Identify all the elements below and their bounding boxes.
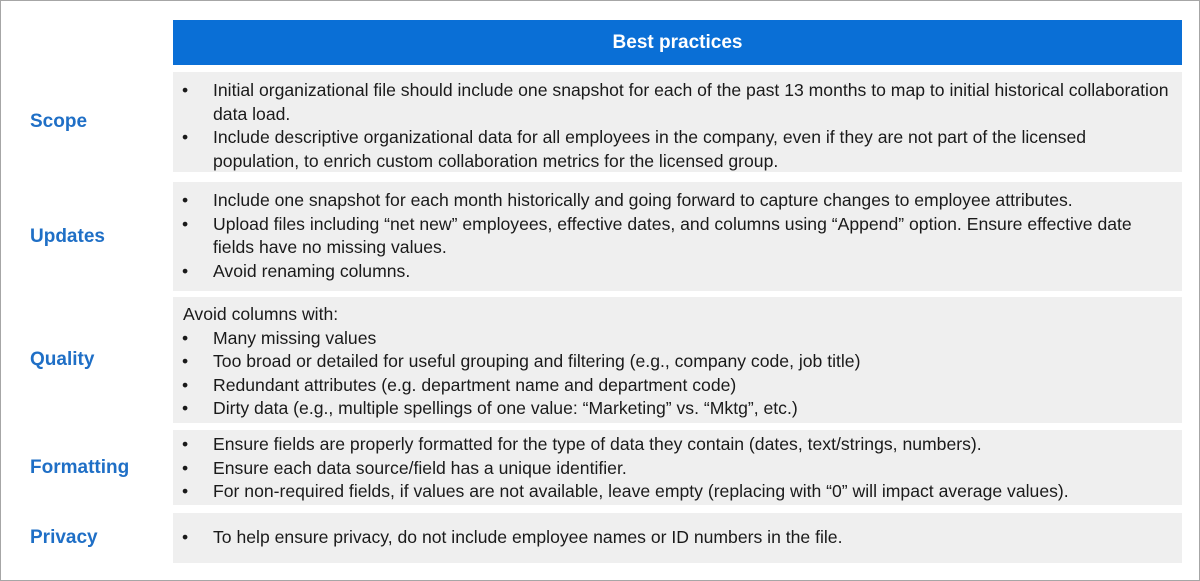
list-item: • Redundant attributes (e.g. department n… <box>182 374 737 395</box>
header-title: Best practices <box>612 31 743 53</box>
list-item: • Upload files including “net new” employ… <box>182 213 1132 258</box>
row-panel-formatting: • Ensure fields are properly formatted fo… <box>173 430 1182 505</box>
list-item: • Dirty data (e.g., multiple spellings of… <box>182 398 798 418</box>
list-item: • Too broad or detailed for useful groupi… <box>182 351 861 371</box>
row-label-privacy: Privacy <box>30 527 98 548</box>
bullet-list: • Initial organizational file should incl… <box>182 79 1170 173</box>
row-panel-privacy: • To help ensure privacy, do not include … <box>173 513 1182 563</box>
list-item: • Initial organizational file should incl… <box>182 80 1169 124</box>
best-practices-table: Best practices Scope • Initial organizati… <box>0 0 1200 581</box>
list-item: • For non-required fields, if values are … <box>182 481 1069 501</box>
bullet-list: • To help ensure privacy, do not include … <box>182 526 1170 550</box>
bullet-list: • Many missing values • Too broad or detai… <box>182 327 1170 421</box>
bullet-list: • Include one snapshot for each month his… <box>182 189 1170 283</box>
list-item: • Ensure each data source/field has a uni… <box>182 457 627 478</box>
list-item: • To help ensure privacy, do not include … <box>182 527 843 547</box>
list-item: • Include descriptive organizational data… <box>182 127 1087 171</box>
list-item: • Include one snapshot for each month his… <box>182 190 1073 210</box>
bullet-list: • Ensure fields are properly formatted fo… <box>182 433 1170 504</box>
row-panel-scope: • Initial organizational file should incl… <box>173 72 1182 172</box>
row-panel-quality: Avoid columns with: • Many missing values… <box>173 297 1182 423</box>
row-label-quality: Quality <box>30 349 95 370</box>
list-item: • Ensure fields are properly formatted fo… <box>182 434 982 454</box>
row-label-scope: Scope <box>30 111 88 132</box>
row-label-updates: Updates <box>30 225 105 247</box>
intro-text: Avoid columns with: <box>183 304 339 324</box>
row-label-formatting: Formatting <box>30 456 130 478</box>
list-item: • Avoid renaming columns. <box>182 260 411 281</box>
list-item: • Many missing values <box>182 327 377 348</box>
table-header: Best practices <box>173 20 1182 65</box>
row-panel-updates: • Include one snapshot for each month his… <box>173 182 1182 291</box>
